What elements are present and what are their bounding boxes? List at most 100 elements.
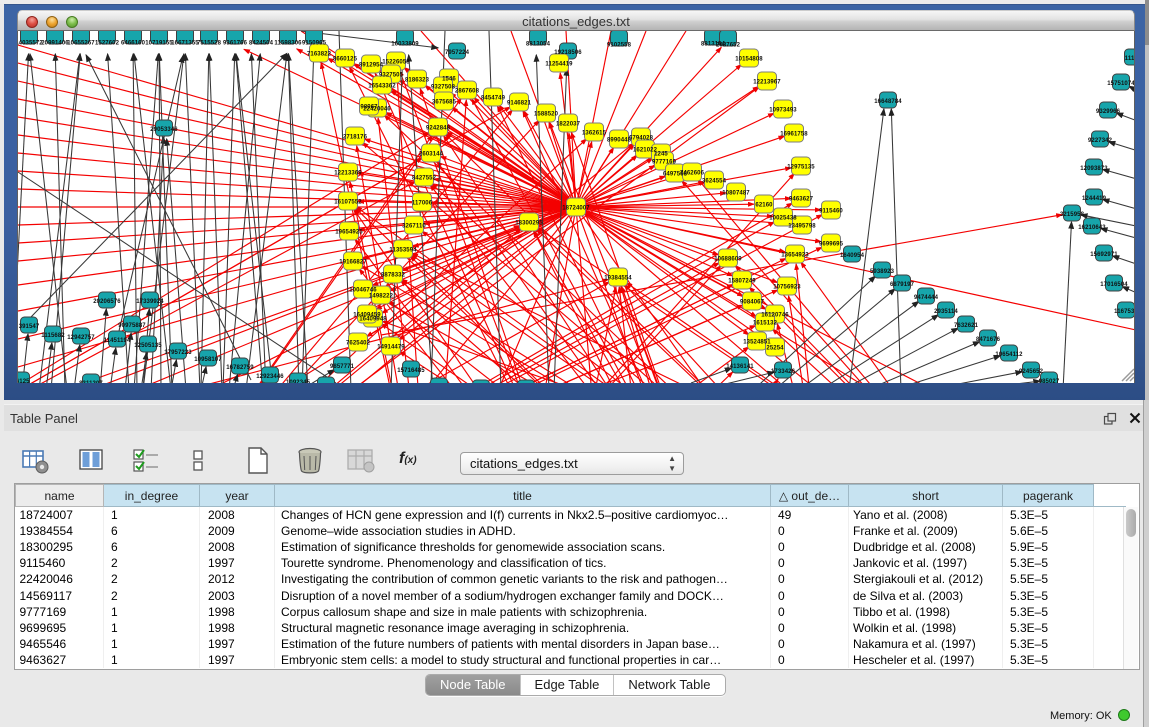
svg-text:11254419: 11254419 — [545, 62, 573, 68]
svg-text:7462606: 7462606 — [680, 171, 705, 177]
svg-text:6794028: 6794028 — [629, 136, 654, 142]
svg-text:10807487: 10807487 — [722, 191, 750, 197]
svg-text:1546: 1546 — [442, 77, 456, 83]
svg-text:12923446: 12923446 — [256, 374, 284, 380]
svg-text:8990448: 8990448 — [607, 138, 632, 144]
svg-text:9102558: 9102558 — [607, 43, 632, 49]
svg-text:9329966: 9329966 — [1096, 109, 1121, 115]
svg-text:1245: 1245 — [654, 152, 668, 158]
svg-text:9150965: 9150965 — [302, 41, 327, 47]
svg-text:14914479: 14914479 — [377, 345, 405, 351]
svg-text:10756923: 10756923 — [773, 285, 801, 291]
svg-text:15807249: 15807249 — [728, 279, 756, 285]
svg-text:17339924: 17339924 — [136, 299, 164, 305]
svg-text:985027: 985027 — [1039, 379, 1060, 383]
svg-text:19218506: 19218506 — [554, 50, 582, 56]
svg-text:1362615: 1362615 — [582, 131, 607, 137]
svg-text:19654925: 19654925 — [335, 230, 363, 236]
svg-text:3267110: 3267110 — [402, 224, 426, 230]
svg-text:6466160: 6466160 — [121, 41, 146, 47]
svg-text:8878332: 8878332 — [381, 273, 406, 279]
svg-text:9777169: 9777169 — [652, 160, 677, 166]
svg-text:9227342: 9227342 — [1088, 138, 1113, 144]
svg-text:7163822: 7163822 — [307, 52, 332, 58]
svg-text:10655267: 10655267 — [67, 41, 95, 47]
svg-text:14136141: 14136141 — [726, 364, 754, 370]
svg-text:3624554: 3624554 — [702, 179, 727, 185]
svg-text:20991406: 20991406 — [41, 41, 69, 47]
svg-text:12213369: 12213369 — [334, 171, 362, 177]
svg-text:11451194: 11451194 — [104, 338, 131, 344]
svg-text:7625402: 7625402 — [346, 341, 371, 347]
svg-text:10958107: 10958107 — [194, 357, 222, 363]
svg-text:13654923: 13654923 — [781, 253, 809, 259]
svg-text:11353594: 11353594 — [389, 248, 417, 254]
svg-text:10719155: 10719155 — [145, 41, 173, 47]
svg-text:18300295: 18300295 — [515, 221, 543, 227]
svg-text:2867608: 2867608 — [455, 89, 480, 95]
svg-text:9474444: 9474444 — [914, 295, 939, 301]
svg-text:1498222: 1498222 — [369, 294, 394, 300]
svg-text:14035572: 14035572 — [18, 41, 43, 47]
svg-text:7957224: 7957224 — [445, 50, 470, 56]
svg-text:16210643: 16210643 — [1078, 225, 1106, 231]
svg-text:96125: 96125 — [18, 379, 30, 383]
svg-text:16782759: 16782759 — [226, 365, 254, 371]
svg-text:1822037: 1822037 — [556, 122, 581, 128]
svg-text:1588520: 1588520 — [534, 112, 559, 118]
svg-text:9857771: 9857771 — [330, 364, 355, 370]
svg-text:8454749: 8454749 — [481, 96, 506, 102]
svg-text:12975135: 12975135 — [787, 165, 815, 171]
svg-text:10025438: 10025438 — [769, 216, 797, 222]
svg-text:12942757: 12942757 — [67, 335, 95, 341]
svg-text:15716485: 15716485 — [397, 368, 425, 374]
svg-text:17957223: 17957223 — [164, 350, 192, 356]
svg-text:1167534: 1167534 — [1114, 309, 1135, 315]
svg-text:16409459: 16409459 — [353, 313, 381, 319]
svg-text:8912954: 8912954 — [359, 63, 384, 69]
svg-text:16107552: 16107552 — [334, 200, 362, 206]
svg-text:15226058: 15226058 — [382, 60, 410, 66]
svg-text:12093873: 12093873 — [1080, 166, 1108, 172]
svg-text:3215958: 3215958 — [1060, 212, 1085, 218]
svg-text:9115460: 9115460 — [819, 209, 843, 215]
svg-text:2087652: 2087652 — [716, 43, 741, 49]
svg-text:18724007: 18724007 — [562, 206, 590, 212]
svg-text:8427552: 8427552 — [412, 176, 437, 182]
svg-text:29053346: 29053346 — [150, 127, 178, 133]
svg-text:16671355: 16671355 — [171, 41, 199, 47]
svg-text:2935114: 2935114 — [934, 309, 958, 315]
svg-text:8186323: 8186323 — [405, 78, 430, 84]
svg-text:8424504: 8424504 — [249, 41, 274, 47]
svg-text:1244419: 1244419 — [1082, 196, 1107, 202]
svg-text:10973493: 10973493 — [769, 108, 797, 114]
svg-text:1092345: 1092345 — [286, 380, 311, 383]
svg-text:20206576: 20206576 — [93, 299, 121, 305]
svg-text:12213967: 12213967 — [753, 80, 781, 86]
svg-text:16120746: 16120746 — [761, 313, 789, 319]
svg-text:13495798: 13495798 — [788, 224, 816, 230]
svg-text:25254: 25254 — [766, 346, 784, 352]
svg-text:8813054: 8813054 — [526, 42, 551, 48]
svg-text:11172: 11172 — [1125, 56, 1135, 62]
svg-text:16033809: 16033809 — [391, 42, 419, 48]
svg-text:8660125: 8660125 — [333, 57, 358, 63]
svg-text:10654112: 10654112 — [995, 352, 1023, 358]
svg-text:1527602: 1527602 — [95, 41, 120, 47]
svg-text:11598306: 11598306 — [274, 41, 302, 47]
svg-text:62160: 62160 — [755, 203, 773, 209]
svg-text:1115682: 1115682 — [41, 333, 65, 339]
svg-text:9699695: 9699695 — [819, 242, 844, 248]
svg-text:7632621: 7632621 — [954, 323, 979, 329]
svg-text:9242848: 9242848 — [426, 126, 451, 132]
svg-text:98967: 98967 — [360, 105, 378, 111]
svg-text:7515528: 7515528 — [197, 41, 222, 47]
svg-text:8311207: 8311207 — [79, 381, 103, 383]
svg-text:15692971: 15692971 — [1090, 252, 1118, 258]
svg-text:16648784: 16648784 — [874, 99, 902, 105]
svg-text:9463627: 9463627 — [789, 197, 814, 203]
svg-text:9327505: 9327505 — [379, 73, 404, 79]
svg-text:9245652: 9245652 — [1019, 369, 1044, 375]
svg-text:117006: 117006 — [412, 201, 433, 207]
svg-text:1640954: 1640954 — [840, 253, 865, 259]
